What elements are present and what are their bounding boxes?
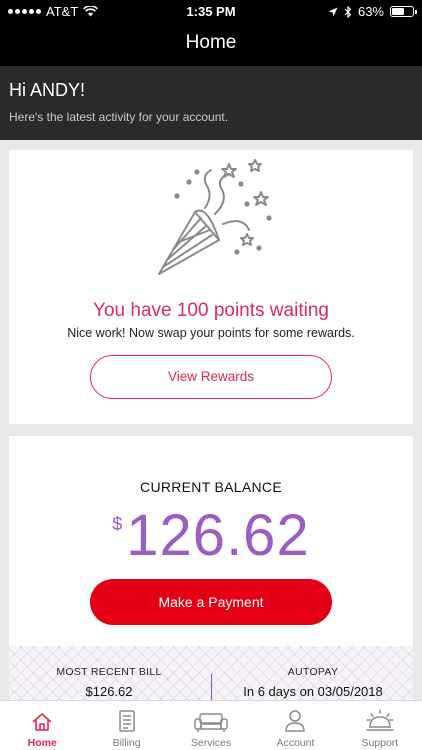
balance-card: CURRENT BALANCE $126.62 Make a Payment M… xyxy=(9,436,413,700)
tab-billing[interactable]: Billing xyxy=(84,701,168,750)
home-icon xyxy=(32,713,52,731)
battery-icon xyxy=(390,6,417,17)
tab-label: Billing xyxy=(112,737,141,749)
tab-services[interactable]: Services xyxy=(169,701,253,750)
recent-bill: MOST RECENT BILL $126.62 xyxy=(9,666,209,699)
battery-percent: 63% xyxy=(357,4,384,19)
status-right: 63% xyxy=(328,4,417,19)
autopay: AUTOPAY In 6 days on 03/05/2018 xyxy=(213,666,413,699)
greeting-title: Hi ANDY! xyxy=(9,80,86,100)
autopay-value: In 6 days on 03/05/2018 xyxy=(243,684,383,699)
service-bell-icon xyxy=(366,709,394,731)
balance-value: 126.62 xyxy=(126,503,310,568)
rewards-subtitle: Nice work! Now swap your points for some… xyxy=(67,326,355,340)
make-payment-button[interactable]: Make a Payment xyxy=(90,579,332,625)
recent-bill-label: MOST RECENT BILL xyxy=(56,666,162,678)
rewards-title: You have 100 points waiting xyxy=(93,300,329,321)
party-popper-icon xyxy=(158,159,272,275)
tab-label: Support xyxy=(361,737,399,749)
bill-divider xyxy=(211,674,212,700)
nav-bar: Home xyxy=(0,22,422,66)
currency-symbol: $ xyxy=(112,514,123,534)
tab-support[interactable]: Support xyxy=(338,701,422,750)
recent-bill-value: $126.62 xyxy=(85,684,133,699)
battery-fill xyxy=(392,8,404,15)
view-rewards-button[interactable]: View Rewards xyxy=(90,355,332,399)
greeting-subtitle: Here's the latest activity for your acco… xyxy=(9,110,229,124)
sofa-icon xyxy=(194,713,228,732)
tab-label: Account xyxy=(276,737,315,749)
tab-label: Home xyxy=(27,737,57,749)
bill-icon xyxy=(118,710,135,732)
location-arrow-icon xyxy=(328,7,338,16)
tab-home[interactable]: Home xyxy=(0,701,84,750)
page-title: Home xyxy=(185,32,237,53)
bill-summary: MOST RECENT BILL $126.62 AUTOPAY In 6 da… xyxy=(9,646,413,700)
tab-label: Services xyxy=(190,737,232,749)
rewards-card: You have 100 points waiting Nice work! N… xyxy=(9,150,413,424)
balance-label: CURRENT BALANCE xyxy=(140,479,282,495)
bluetooth-icon xyxy=(344,5,352,18)
status-bar: AT&T 1:35 PM 63% xyxy=(0,0,422,22)
balance-amount: $126.62 xyxy=(9,502,413,569)
tab-account[interactable]: Account xyxy=(253,701,337,750)
autopay-label: AUTOPAY xyxy=(287,666,339,678)
person-icon xyxy=(285,710,306,732)
greeting-banner: Hi ANDY! Here's the latest activity for … xyxy=(0,66,422,140)
tab-bar: Home Billing Services Account Support xyxy=(0,700,422,750)
